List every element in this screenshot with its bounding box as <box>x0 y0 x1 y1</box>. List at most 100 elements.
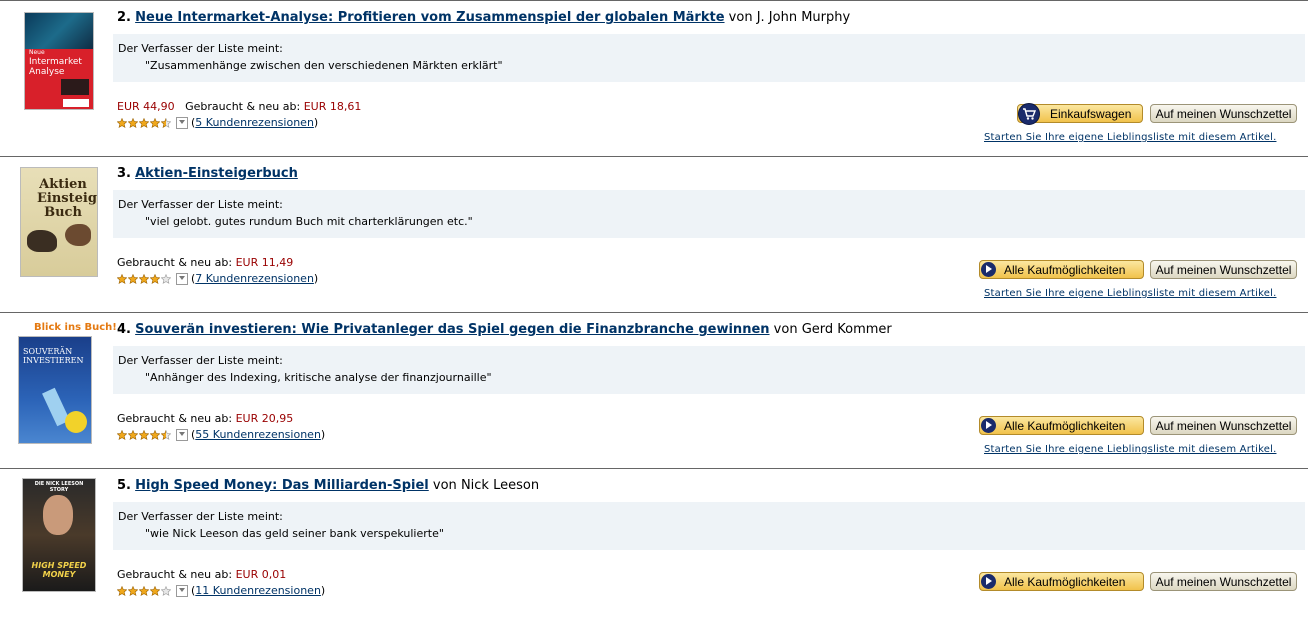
star-icon <box>161 273 171 284</box>
item-title-link[interactable]: Neue Intermarket-Analyse: Profitieren vo… <box>135 10 724 25</box>
book-cover-image[interactable]: DIE NICK LEESON STORY HIGH SPEED MONEY <box>22 478 96 592</box>
used-new-label: Gebraucht & neu ab: <box>117 568 233 581</box>
author: J. John Murphy <box>756 10 851 25</box>
author: Gerd Kommer <box>801 322 892 337</box>
star-icon <box>150 117 160 128</box>
item-number: 4. <box>117 322 131 337</box>
paren: ) <box>313 272 319 285</box>
button-label: Alle Kaufmöglichkeiten <box>1004 575 1126 589</box>
rating-line: (11 Kundenrezensionen) <box>117 584 325 597</box>
list-item: Aktien Einsteiger Buch 3. Aktien-Einstei… <box>0 156 1308 312</box>
comment-text: "wie Nick Leeson das geld seiner bank ve… <box>145 527 444 540</box>
item-number: 2. <box>117 10 131 25</box>
price-line: Gebraucht & neu ab: EUR 20,95 <box>117 412 293 425</box>
add-to-wishlist-button[interactable]: Auf meinen Wunschzettel <box>1150 260 1297 279</box>
list-item: Neue Intermarket Analyse 2. Neue Interma… <box>0 0 1308 156</box>
button-label: Alle Kaufmöglichkeiten <box>1004 419 1126 433</box>
star-icon <box>128 585 138 596</box>
add-to-wishlist-button[interactable]: Auf meinen Wunschzettel <box>1150 104 1297 123</box>
star-icon <box>150 585 160 596</box>
rating-line: (5 Kundenrezensionen) <box>117 116 318 129</box>
used-price: EUR 18,61 <box>303 100 362 113</box>
add-to-wishlist-button[interactable]: Auf meinen Wunschzettel <box>1150 416 1297 435</box>
book-cover-image[interactable]: Aktien Einsteiger Buch <box>20 167 98 277</box>
star-rating[interactable] <box>117 585 172 596</box>
button-label: Alle Kaufmöglichkeiten <box>1004 263 1126 277</box>
star-icon <box>128 117 138 128</box>
reviews-link[interactable]: 11 Kundenrezensionen <box>195 584 321 597</box>
reviews-link[interactable]: 55 Kundenrezensionen <box>195 428 321 441</box>
item-number: 5. <box>117 478 131 493</box>
star-icon <box>139 429 149 440</box>
chevron-down-icon[interactable] <box>176 116 188 129</box>
paren: ) <box>313 116 319 129</box>
star-icon <box>117 429 127 440</box>
item-title-link[interactable]: High Speed Money: Das Milliarden-Spiel <box>135 478 429 493</box>
star-icon <box>161 429 171 440</box>
chevron-down-icon[interactable] <box>176 272 188 285</box>
add-to-cart-button[interactable]: Einkaufswagen <box>1017 103 1143 125</box>
used-price: EUR 20,95 <box>235 412 294 425</box>
star-icon <box>139 273 149 284</box>
all-buying-options-button[interactable]: Alle Kaufmöglichkeiten <box>979 572 1144 591</box>
by-label: von <box>728 10 753 25</box>
price-line: Gebraucht & neu ab: EUR 0,01 <box>117 568 286 581</box>
star-rating[interactable] <box>117 117 172 128</box>
comment-box: Der Verfasser der Liste meint: "Anhänger… <box>113 346 1305 394</box>
star-icon <box>150 429 160 440</box>
start-own-list-link[interactable]: Starten Sie Ihre eigene Lieblingsliste m… <box>984 288 1276 299</box>
badge-label: Blick ins Buch! <box>34 322 117 333</box>
button-label: Einkaufswagen <box>1050 107 1132 121</box>
book-cover-image[interactable]: Neue Intermarket Analyse <box>24 12 94 110</box>
rating-line: (7 Kundenrezensionen) <box>117 272 318 285</box>
price: EUR 44,90 <box>117 100 175 113</box>
used-new-label: Gebraucht & neu ab: <box>185 100 301 113</box>
used-price: EUR 0,01 <box>235 568 287 581</box>
star-icon <box>128 273 138 284</box>
price-line: EUR 44,90 Gebraucht & neu ab: EUR 18,61 <box>117 100 361 113</box>
item-title-link[interactable]: Souverän investieren: Wie Privatanleger … <box>135 322 769 337</box>
comment-box: Der Verfasser der Liste meint: "viel gel… <box>113 190 1305 238</box>
cart-icon <box>1018 103 1040 125</box>
reviews-link[interactable]: 5 Kundenrezensionen <box>195 116 314 129</box>
item-title-line: 3. Aktien-Einsteigerbuch <box>117 166 298 181</box>
cover-text: Intermarket Analyse <box>29 57 82 77</box>
play-icon <box>981 418 996 433</box>
comment-text: "Anhänger des Indexing, kritische analys… <box>145 371 492 384</box>
comment-label: Der Verfasser der Liste meint: <box>118 510 283 523</box>
price-line: Gebraucht & neu ab: EUR 11,49 <box>117 256 293 269</box>
comment-box: Der Verfasser der Liste meint: "Zusammen… <box>113 34 1305 82</box>
comment-text: "viel gelobt. gutes rundum Buch mit char… <box>145 215 473 228</box>
star-icon <box>117 585 127 596</box>
chevron-down-icon[interactable] <box>176 584 188 597</box>
book-cover-image[interactable]: SOUVERÄN INVESTIEREN <box>18 336 92 444</box>
comment-label: Der Verfasser der Liste meint: <box>118 198 283 211</box>
used-new-label: Gebraucht & neu ab: <box>117 412 233 425</box>
all-buying-options-button[interactable]: Alle Kaufmöglichkeiten <box>979 416 1144 435</box>
star-icon <box>139 117 149 128</box>
add-to-wishlist-button[interactable]: Auf meinen Wunschzettel <box>1150 572 1297 591</box>
cover-text: HIGH SPEED MONEY <box>31 561 87 579</box>
comment-text: "Zusammenhänge zwischen den verschiedene… <box>145 59 503 72</box>
look-inside-badge[interactable]: Blick ins Buch! <box>34 322 117 333</box>
author: Nick Leeson <box>460 478 540 493</box>
cover-text: DIE NICK LEESON STORY <box>34 481 84 493</box>
star-icon <box>117 117 127 128</box>
star-rating[interactable] <box>117 273 172 284</box>
reviews-link[interactable]: 7 Kundenrezensionen <box>195 272 314 285</box>
chevron-down-icon[interactable] <box>176 428 188 441</box>
item-title-link[interactable]: Aktien-Einsteigerbuch <box>135 166 298 181</box>
star-icon <box>117 273 127 284</box>
star-icon <box>139 585 149 596</box>
used-new-label: Gebraucht & neu ab: <box>117 256 233 269</box>
all-buying-options-button[interactable]: Alle Kaufmöglichkeiten <box>979 260 1144 279</box>
start-own-list-link[interactable]: Starten Sie Ihre eigene Lieblingsliste m… <box>984 444 1276 455</box>
comment-box: Der Verfasser der Liste meint: "wie Nick… <box>113 502 1305 550</box>
star-rating[interactable] <box>117 429 172 440</box>
star-icon <box>161 585 171 596</box>
start-own-list-link[interactable]: Starten Sie Ihre eigene Lieblingsliste m… <box>984 132 1276 143</box>
star-icon <box>128 429 138 440</box>
list-item: DIE NICK LEESON STORY HIGH SPEED MONEY 5… <box>0 468 1308 624</box>
play-icon <box>981 262 996 277</box>
play-icon <box>981 574 996 589</box>
